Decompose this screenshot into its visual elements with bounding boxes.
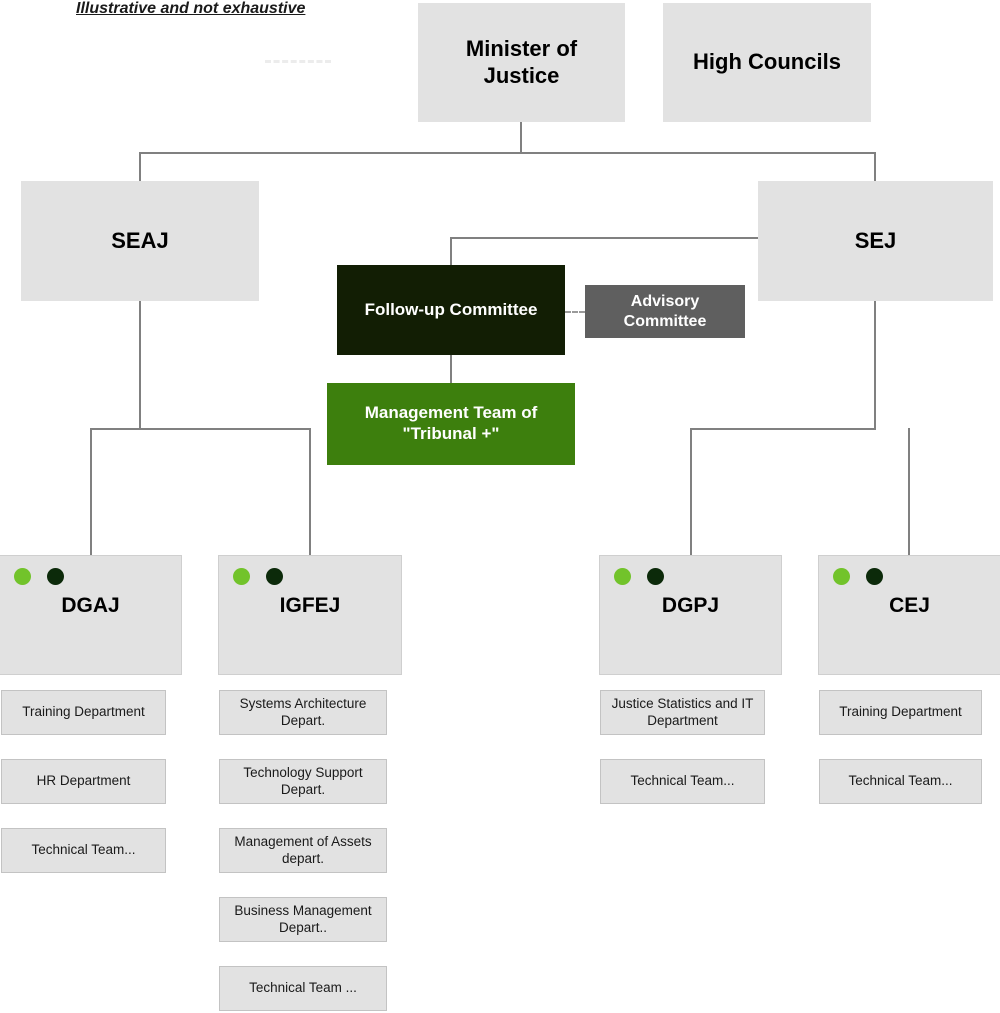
dept-box-igfej-4[interactable]: Business Management Depart..	[219, 897, 387, 942]
dept-box-igfej-3[interactable]: Management of Assets depart.	[219, 828, 387, 873]
dark-green-dot-icon	[647, 568, 664, 585]
connector-seaj-down	[139, 301, 141, 429]
dark-green-dot-icon	[266, 568, 283, 585]
dept-box-igfej-5[interactable]: Technical Team ...	[219, 966, 387, 1011]
connector-followup-to-advisory-dashed	[565, 311, 585, 313]
connector-sej-branch-horizontal	[690, 428, 876, 430]
connector-to-dgaj	[90, 428, 92, 556]
box-follow-up-committee[interactable]: Follow-up Committee	[337, 265, 565, 355]
dept-box-dgaj-3[interactable]: Technical Team...	[1, 828, 166, 873]
dept-box-dgpj-2[interactable]: Technical Team...	[600, 759, 765, 804]
connector-followup-to-management	[450, 355, 452, 384]
unit-label-cej: CEJ	[889, 594, 930, 617]
box-unit-igfej[interactable]: IGFEJ	[218, 555, 402, 675]
connector-to-igfej	[309, 428, 311, 556]
connector-sej-to-followup-horizontal	[450, 237, 760, 239]
connector-to-cej	[908, 428, 910, 556]
org-chart-canvas: Illustrative and not exhaustive Minister…	[0, 0, 1000, 1013]
connector-to-dgpj	[690, 428, 692, 556]
box-sej[interactable]: SEJ	[758, 181, 993, 301]
decorative-dashed-line	[265, 60, 331, 63]
connector-to-seaj	[139, 152, 141, 182]
status-dots-dgaj	[14, 568, 64, 585]
box-management-team[interactable]: Management Team of "Tribunal +"	[327, 383, 575, 465]
box-unit-cej[interactable]: CEJ	[818, 555, 1000, 675]
light-green-dot-icon	[233, 568, 250, 585]
dept-box-igfej-1[interactable]: Systems Architecture Depart.	[219, 690, 387, 735]
light-green-dot-icon	[14, 568, 31, 585]
box-seaj[interactable]: SEAJ	[21, 181, 259, 301]
connector-sej-down	[874, 301, 876, 429]
unit-label-dgaj: DGAJ	[61, 594, 120, 617]
box-unit-dgpj[interactable]: DGPJ	[599, 555, 782, 675]
light-green-dot-icon	[614, 568, 631, 585]
connector-minister-down	[520, 122, 522, 153]
dark-green-dot-icon	[866, 568, 883, 585]
status-dots-cej	[833, 568, 883, 585]
box-minister-of-justice[interactable]: Minister of Justice	[418, 3, 625, 122]
connector-to-sej	[874, 152, 876, 182]
dept-box-igfej-2[interactable]: Technology Support Depart.	[219, 759, 387, 804]
connector-seaj-branch-horizontal	[90, 428, 311, 430]
connector-minister-horizontal	[139, 152, 876, 154]
box-advisory-committee[interactable]: Advisory Committee	[585, 285, 745, 338]
box-high-councils[interactable]: High Councils	[663, 3, 871, 122]
dark-green-dot-icon	[47, 568, 64, 585]
light-green-dot-icon	[833, 568, 850, 585]
illustrative-note: Illustrative and not exhaustive	[76, 0, 306, 17]
box-unit-dgaj[interactable]: DGAJ	[0, 555, 182, 675]
dept-box-cej-2[interactable]: Technical Team...	[819, 759, 982, 804]
dept-box-dgaj-1[interactable]: Training Department	[1, 690, 166, 735]
connector-sej-to-followup-vertical	[450, 237, 452, 266]
unit-label-igfej: IGFEJ	[279, 594, 341, 617]
status-dots-igfej	[233, 568, 283, 585]
dept-box-dgpj-1[interactable]: Justice Statistics and IT Department	[600, 690, 765, 735]
status-dots-dgpj	[614, 568, 664, 585]
unit-label-dgpj: DGPJ	[661, 594, 720, 617]
dept-box-cej-1[interactable]: Training Department	[819, 690, 982, 735]
dept-box-dgaj-2[interactable]: HR Department	[1, 759, 166, 804]
